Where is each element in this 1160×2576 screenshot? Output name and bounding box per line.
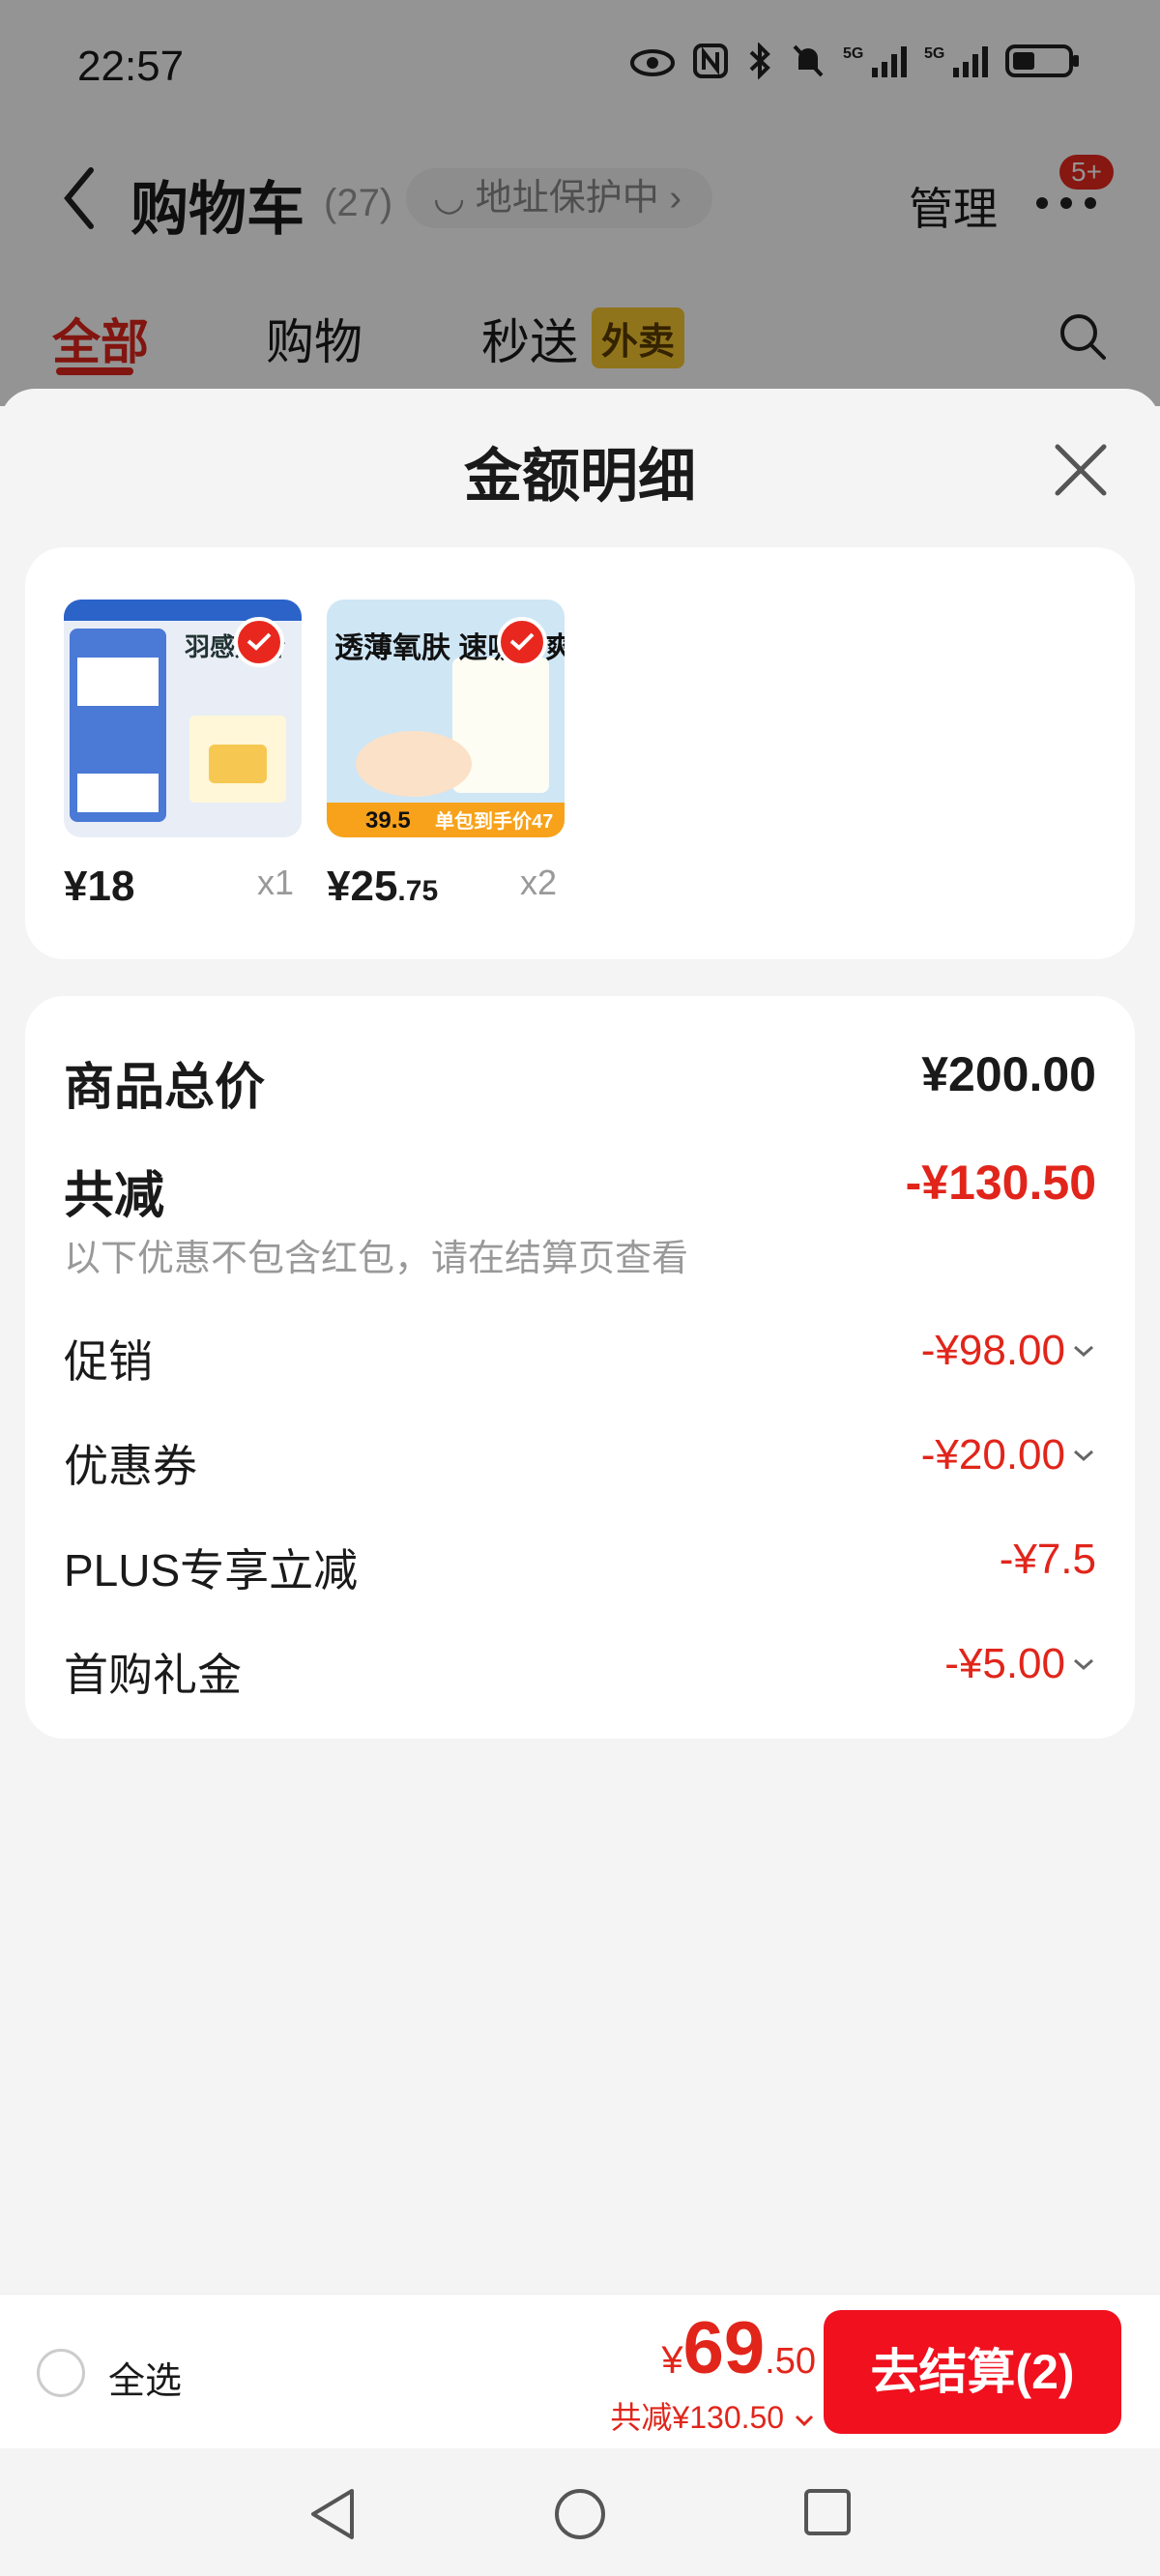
total-price-label: 商品总价 xyxy=(64,1060,266,1116)
product-image[interactable]: 羽感贴合 xyxy=(64,600,302,837)
discount-value: -¥98.00 xyxy=(920,1327,1065,1374)
product-image[interactable]: 透薄氧肤 速吸干爽 39.5 单包到手价47 xyxy=(327,600,565,837)
product-price: ¥25.75 xyxy=(327,863,439,910)
discount-row-plus: PLUS专享立减 -¥7.5 xyxy=(64,1536,1096,1599)
discount-label: 优惠券 xyxy=(64,1441,197,1491)
discount-label: 首购礼金 xyxy=(64,1650,242,1700)
discount-value: -¥7.5 xyxy=(999,1536,1096,1583)
nav-recents-icon[interactable] xyxy=(802,2487,853,2537)
discount-row-promotion[interactable]: 促销 -¥98.00 xyxy=(64,1327,1096,1390)
selected-products-card: 羽感贴合 ¥18 x1 透薄氧肤 速吸干爽 39.5 单包到手价47 xyxy=(25,547,1135,959)
discount-label: 促销 xyxy=(64,1336,153,1387)
total-amount: ¥69.50 xyxy=(661,2307,816,2389)
select-all-label[interactable]: 全选 xyxy=(108,2351,182,2404)
discount-row-coupon[interactable]: 优惠券 -¥20.00 xyxy=(64,1431,1096,1495)
nav-home-icon[interactable] xyxy=(553,2487,607,2541)
close-icon[interactable] xyxy=(1054,443,1108,497)
discount-value: -¥5.00 xyxy=(944,1640,1065,1687)
system-nav-bar xyxy=(0,2448,1160,2576)
discount-note: 以下优惠不包含红包，请在结算页查看 xyxy=(64,1239,689,1279)
checkout-bar: 全选 ¥69.50 共减¥130.50 去结算(2) xyxy=(0,2294,1160,2449)
discount-label: PLUS专享立减 xyxy=(64,1545,359,1595)
product-quantity: x2 xyxy=(520,863,558,902)
selected-check-icon[interactable] xyxy=(497,617,547,667)
reduced-amount[interactable]: 共减¥130.50 xyxy=(610,2393,816,2438)
product-item[interactable]: 透薄氧肤 速吸干爽 39.5 单包到手价47 ¥25.75 x2 xyxy=(327,600,565,910)
select-all-radio[interactable] xyxy=(37,2349,85,2397)
modal-backdrop[interactable] xyxy=(0,0,1160,406)
product-quantity: x1 xyxy=(257,863,295,902)
amount-detail-sheet: 金额明细 羽感贴合 ¥18 x1 xyxy=(0,389,1160,2576)
total-reduce-row: 共减 -¥130.50 xyxy=(64,1155,1096,1227)
product-promo-text: 单包到手价47 xyxy=(435,809,553,833)
chevron-down-icon xyxy=(795,2415,814,2427)
nav-back-icon[interactable] xyxy=(307,2487,358,2541)
price-summary-card: 商品总价 ¥200.00 共减 -¥130.50 以下优惠不包含红包，请在结算页… xyxy=(25,996,1135,1739)
total-reduce-label: 共减 xyxy=(64,1168,165,1224)
total-reduce-value: -¥130.50 xyxy=(905,1156,1096,1210)
selected-check-icon[interactable] xyxy=(234,617,284,667)
product-promo-price: 39.5 xyxy=(365,807,411,834)
chevron-down-icon[interactable] xyxy=(1071,1447,1096,1464)
checkout-button[interactable]: 去结算(2) xyxy=(824,2310,1121,2434)
sheet-title: 金额明细 xyxy=(464,444,696,509)
discount-value: -¥20.00 xyxy=(920,1431,1065,1478)
chevron-down-icon[interactable] xyxy=(1071,1342,1096,1360)
total-price-value: ¥200.00 xyxy=(921,1047,1096,1101)
product-price: ¥18 xyxy=(64,863,135,910)
chevron-down-icon[interactable] xyxy=(1071,1655,1096,1673)
total-price-row: 商品总价 ¥200.00 xyxy=(64,1046,1096,1119)
product-item[interactable]: 羽感贴合 ¥18 x1 xyxy=(64,600,302,910)
discount-row-first-purchase[interactable]: 首购礼金 -¥5.00 xyxy=(64,1640,1096,1704)
